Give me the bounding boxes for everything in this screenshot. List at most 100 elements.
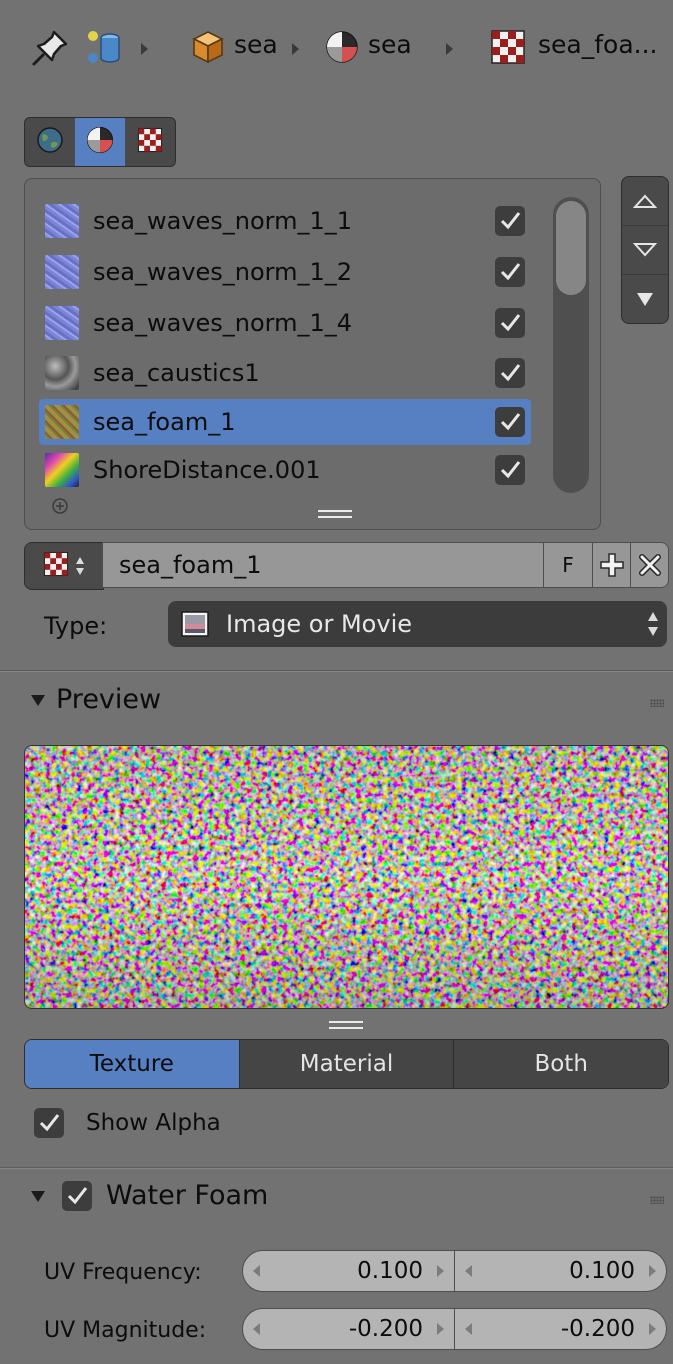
texture-type-dropdown[interactable]: Image or Movie <box>168 601 667 647</box>
collapse-triangle-icon <box>31 694 45 706</box>
move-down-button[interactable] <box>622 226 668 275</box>
texture-checker-icon <box>490 29 526 69</box>
list-item-label: sea_caustics1 <box>93 359 260 387</box>
panel-drag-grip-icon[interactable] <box>650 699 664 707</box>
uv-magnitude-x-value: -0.200 <box>348 1316 423 1342</box>
checkmark-icon <box>500 461 521 479</box>
checkbox-enabled[interactable] <box>495 308 525 338</box>
show-alpha-checkbox[interactable] <box>34 1108 64 1138</box>
uv-magnitude-y-field[interactable]: -0.200 <box>455 1308 667 1350</box>
increment-arrow-icon[interactable] <box>437 1323 444 1335</box>
checkmark-icon <box>500 364 521 382</box>
triangle-down-icon <box>633 243 657 257</box>
tab-world[interactable] <box>25 118 75 166</box>
texture-checker-icon <box>43 551 69 581</box>
browse-texture-button[interactable] <box>24 542 104 590</box>
list-item[interactable]: sea_caustics1 <box>39 350 531 396</box>
preview-resize-grip-icon[interactable] <box>329 1015 363 1034</box>
specials-menu-button[interactable] <box>622 275 668 323</box>
list-item[interactable]: sea_waves_norm_1_4 <box>39 300 531 346</box>
material-sphere-icon <box>324 29 360 69</box>
texture-type-value: Image or Movie <box>226 610 412 638</box>
checkmark-icon <box>500 413 521 431</box>
checkbox-enabled[interactable] <box>495 455 525 485</box>
list-item-label: sea_waves_norm_1_2 <box>93 258 353 286</box>
panel-drag-grip-icon[interactable] <box>650 1196 664 1204</box>
list-item[interactable]: sea_waves_norm_1_2 <box>39 249 531 295</box>
close-icon <box>638 554 661 576</box>
unlink-texture-button[interactable] <box>630 542 669 588</box>
slot-move-buttons <box>621 176 669 324</box>
increment-arrow-icon[interactable] <box>649 1323 656 1335</box>
list-item-selected[interactable]: sea_foam_1 <box>39 399 531 445</box>
pin-icon[interactable] <box>30 28 70 72</box>
preview-panel-header[interactable]: Preview <box>30 684 161 715</box>
move-up-button[interactable] <box>622 177 668 226</box>
checkmark-icon <box>500 263 521 281</box>
checkmark-icon <box>67 1186 88 1204</box>
uv-magnitude-x-field[interactable]: -0.200 <box>242 1308 455 1350</box>
context-tabs <box>24 117 176 167</box>
list-item-label: sea_waves_norm_1_4 <box>93 309 353 337</box>
tab-material[interactable] <box>75 118 125 166</box>
breadcrumb-material-label: sea <box>368 30 412 59</box>
breadcrumb-object-label: sea <box>234 30 278 59</box>
decrement-arrow-icon[interactable] <box>253 1323 260 1335</box>
uv-magnitude-y-value: -0.200 <box>560 1316 635 1342</box>
uv-frequency-x-value: 0.100 <box>357 1258 423 1284</box>
checkmark-icon <box>500 212 521 230</box>
list-scrollbar-thumb[interactable] <box>556 201 586 295</box>
new-texture-button[interactable] <box>592 542 631 588</box>
decrement-arrow-icon[interactable] <box>465 1265 472 1277</box>
checkbox-enabled[interactable] <box>495 358 525 388</box>
tab-texture[interactable] <box>125 118 175 166</box>
triangle-up-icon <box>633 194 657 208</box>
uv-frequency-y-field[interactable]: 0.100 <box>455 1250 667 1292</box>
breadcrumb-separator <box>141 43 148 55</box>
checkbox-enabled[interactable] <box>495 407 525 437</box>
uv-magnitude-fields: -0.200 -0.200 <box>242 1308 667 1350</box>
texture-checker-icon <box>137 127 163 157</box>
preview-panel-title: Preview <box>56 684 162 715</box>
add-filter-icon[interactable] <box>51 497 69 519</box>
texture-thumbnail <box>45 204 79 238</box>
image-icon <box>180 609 210 639</box>
decrement-arrow-icon[interactable] <box>465 1323 472 1335</box>
texture-id-block: sea_foam_1 F <box>24 542 669 590</box>
plus-icon <box>599 553 624 577</box>
resize-grip-icon[interactable] <box>318 504 352 523</box>
panel-divider <box>0 1167 673 1169</box>
list-item-label: sea_foam_1 <box>93 408 236 436</box>
uv-frequency-label: UV Frequency: <box>44 1260 202 1285</box>
mode-material-button[interactable]: Material <box>239 1040 455 1088</box>
water-foam-panel-header[interactable]: Water Foam <box>30 1180 268 1211</box>
breadcrumb-separator <box>446 43 453 55</box>
show-alpha-toggle[interactable]: Show Alpha <box>34 1108 221 1138</box>
dropdown-menu-icon <box>637 293 653 306</box>
mode-texture-button[interactable]: Texture <box>25 1040 240 1088</box>
water-foam-enable-checkbox[interactable] <box>62 1180 92 1211</box>
mode-both-button[interactable]: Both <box>454 1040 668 1088</box>
texture-thumbnail <box>45 453 79 487</box>
uv-frequency-x-field[interactable]: 0.100 <box>242 1250 455 1292</box>
fake-user-button[interactable]: F <box>543 542 593 588</box>
texture-name-value: sea_foam_1 <box>119 551 262 579</box>
decrement-arrow-icon[interactable] <box>253 1265 260 1277</box>
increment-arrow-icon[interactable] <box>437 1265 444 1277</box>
fake-user-label: F <box>562 553 574 577</box>
texture-slot-list: sea_waves_norm_1_1 sea_waves_norm_1_2 se… <box>24 178 601 530</box>
list-item[interactable]: ShoreDistance.001 <box>39 447 531 493</box>
list-item[interactable]: sea_waves_norm_1_1 <box>39 198 531 244</box>
increment-arrow-icon[interactable] <box>649 1265 656 1277</box>
material-sphere-icon <box>85 125 115 159</box>
texture-thumbnail <box>45 405 79 439</box>
texture-name-field[interactable]: sea_foam_1 <box>102 542 544 588</box>
checkmark-icon <box>39 1114 60 1132</box>
checkmark-icon <box>500 314 521 332</box>
collapse-triangle-icon <box>31 1190 45 1202</box>
checkbox-enabled[interactable] <box>495 206 525 236</box>
checkbox-enabled[interactable] <box>495 257 525 287</box>
panel-divider <box>0 670 673 672</box>
texture-preview-image <box>24 745 669 1009</box>
water-foam-panel-title: Water Foam <box>106 1180 269 1211</box>
